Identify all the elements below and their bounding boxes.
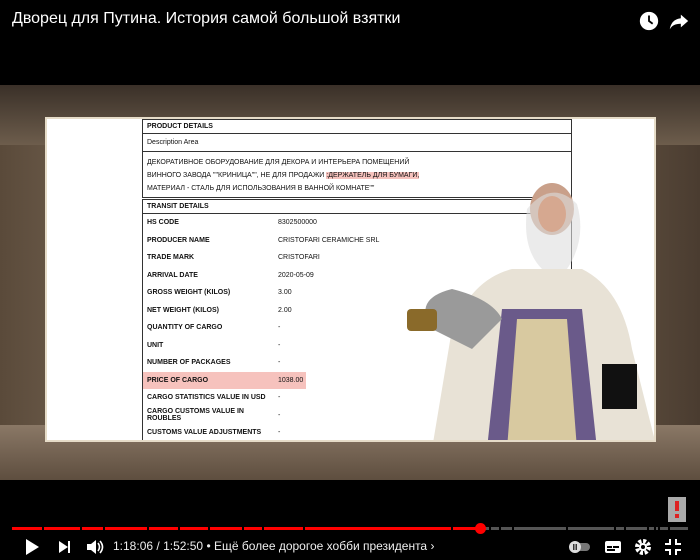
progress-fill: [12, 527, 480, 530]
description-line: ДЕКОРАТИВНОЕ ОБОРУДОВАНИЕ ДЛЯ ДЕКОРА И И…: [147, 159, 410, 166]
scrubber-handle[interactable]: [474, 523, 486, 534]
product-header: PRODUCT DETAILS: [143, 119, 571, 134]
transit-row: PRICE OF CARGO 1038.00: [143, 371, 306, 389]
chapter-marker: [103, 527, 106, 530]
row-value: -: [278, 429, 281, 437]
progress-bar[interactable]: [12, 527, 688, 530]
gear-icon[interactable]: [634, 538, 652, 556]
description-area-label: Description Area: [143, 134, 571, 152]
row-label: HS CODE: [147, 219, 179, 227]
play-icon[interactable]: [24, 538, 40, 556]
chapter-marker: [654, 527, 657, 530]
row-value: -: [278, 359, 281, 367]
row-label: CUSTOMS VALUE ADJUSTMENTS: [147, 429, 262, 437]
chapter-marker: [241, 527, 244, 530]
duration: 1:52:50: [163, 539, 204, 553]
chapter-marker: [42, 527, 45, 530]
exit-fullscreen-icon[interactable]: [664, 538, 682, 556]
customs-document: PRODUCT DETAILS Description Area ДЕКОРАТ…: [45, 117, 656, 442]
row-value: -: [278, 341, 281, 349]
share-icon[interactable]: [668, 10, 690, 32]
volume-icon[interactable]: [86, 538, 104, 556]
row-label: NET WEIGHT (KILOS): [147, 306, 219, 314]
chapter-marker: [566, 527, 569, 530]
chapter-marker: [657, 527, 660, 530]
row-value: CRISTOFARI CERAMICHE SRL: [278, 236, 380, 244]
row-value: CRISTOFARI: [278, 254, 320, 262]
chapter-marker: [488, 527, 491, 530]
subtitles-icon[interactable]: [604, 538, 622, 556]
chapter-marker: [262, 527, 265, 530]
next-icon[interactable]: [58, 538, 72, 556]
autoplay-toggle-icon[interactable]: [568, 538, 592, 556]
row-value: 2020-05-09: [278, 271, 314, 279]
row-label: GROSS WEIGHT (KILOS): [147, 289, 231, 297]
king-illustration: [407, 183, 654, 440]
time-display: 1:18:06 / 1:52:50 • Ещё более дорогое хо…: [113, 539, 435, 553]
row-value: -: [278, 411, 281, 419]
chapter-title[interactable]: Ещё более дорогое хобби президента: [214, 539, 427, 553]
chapter-marker: [667, 527, 670, 530]
row-label: UNIT: [147, 341, 164, 349]
chapter-marker: [208, 527, 211, 530]
row-value: 1038.00: [278, 376, 304, 384]
chapter-marker: [451, 527, 454, 530]
row-value: 3.00: [278, 289, 292, 297]
row-value: -: [278, 324, 281, 332]
row-label: QUANTITY OF CARGO: [147, 324, 223, 332]
chapter-marker: [302, 527, 305, 530]
row-label: ARRIVAL DATE: [147, 271, 198, 279]
row-label: NUMBER OF PACKAGES: [147, 359, 231, 367]
video-title[interactable]: Дворец для Путина. История самой большой…: [12, 10, 400, 28]
row-label: PRICE OF CARGO: [147, 376, 209, 384]
row-label: CARGO STATISTICS VALUE IN USD: [147, 394, 266, 402]
row-value: -: [278, 394, 281, 402]
row-value: 8302500000: [278, 219, 317, 227]
chapter-marker: [79, 527, 82, 530]
clock-icon[interactable]: [638, 10, 660, 32]
description-line: ВИННОГО ЗАВОДА ""КРИНИЦА"", НЕ ДЛЯ ПРОДА…: [147, 172, 327, 179]
chapter-marker: [623, 527, 626, 530]
chapter-marker: [177, 527, 180, 530]
row-value: 2.00: [278, 306, 292, 314]
chapter-marker: [613, 527, 616, 530]
highlighted-description: :ДЕРЖАТЕЛЬ ДЛЯ БУМАГИ,: [326, 172, 420, 179]
current-time: 1:18:06: [113, 539, 154, 553]
row-label: CARGO CUSTOMS VALUE IN ROUBLES: [147, 408, 244, 423]
row-label: PRODUCER NAME: [147, 236, 210, 244]
chapter-marker: [498, 527, 501, 530]
chapter-marker: [647, 527, 650, 530]
row-label: TRADE MARK: [147, 254, 195, 262]
chapter-marker: [147, 527, 150, 530]
channel-logo-icon[interactable]: [668, 497, 686, 522]
chapter-marker: [512, 527, 515, 530]
